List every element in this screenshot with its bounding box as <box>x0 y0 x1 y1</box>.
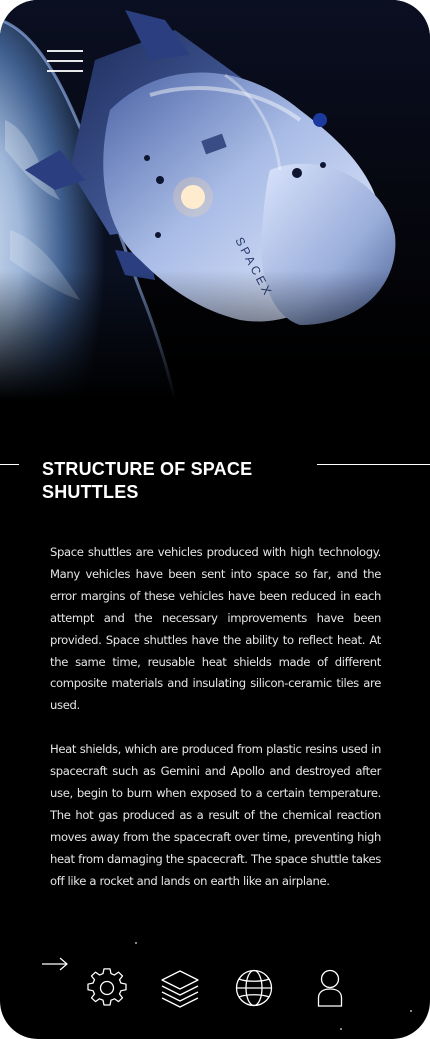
nav-layers-button[interactable] <box>160 968 200 1008</box>
user-icon <box>317 969 343 1007</box>
nav-explore-button[interactable] <box>234 968 274 1008</box>
menu-line <box>47 60 83 62</box>
title-divider-left <box>0 464 19 465</box>
article-paragraph: Heat shields, which are produced from pl… <box>50 742 381 888</box>
globe-icon <box>235 969 273 1007</box>
nav-profile-button[interactable] <box>310 968 350 1008</box>
gear-icon <box>87 968 127 1006</box>
star-decoration <box>340 1028 342 1030</box>
app-screen: SPACEX STRUCTURE OF SPACE SHUTTLES Space… <box>0 0 430 1039</box>
menu-line <box>47 50 83 52</box>
hamburger-menu-icon[interactable] <box>47 48 83 76</box>
page-title: STRUCTURE OF SPACE SHUTTLES <box>42 459 253 502</box>
nav-settings-button[interactable] <box>87 968 127 1008</box>
star-decoration <box>410 1010 412 1012</box>
layers-icon <box>161 970 199 1008</box>
title-divider-right <box>317 464 430 465</box>
arrow-right-icon[interactable] <box>40 954 70 974</box>
hero-image: SPACEX <box>0 0 430 400</box>
article-paragraph: Space shuttles are vehicles produced wit… <box>50 545 381 713</box>
star-decoration <box>135 942 137 944</box>
menu-line <box>47 70 83 72</box>
article-body: Space shuttles are vehicles produced wit… <box>50 542 381 893</box>
